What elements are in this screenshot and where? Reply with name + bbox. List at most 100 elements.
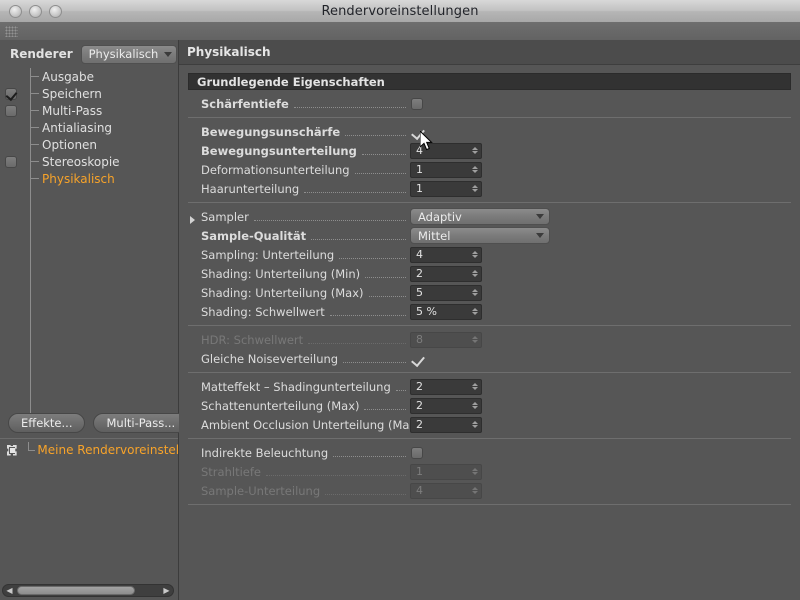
stepper-arrows-icon[interactable] [472,270,478,277]
drag-grip-icon[interactable] [5,26,18,37]
number-input[interactable]: 4 [410,483,482,499]
setting-row: Schärfentiefe [188,94,791,113]
target-icon [6,444,18,457]
sidebar-item-label: Optionen [42,138,97,152]
stepper-arrows-icon[interactable] [472,487,478,494]
number-input-value: 4 [416,144,423,157]
setting-row: Matteffekt – Shadingunterteilung2 [188,377,791,396]
sidebar-item-label: Speichern [42,87,102,101]
number-input[interactable]: 5 % [410,304,482,320]
tree-checkbox-cell [0,156,22,168]
number-input[interactable]: 4 [410,247,482,263]
setting-row: Sampling: Unterteilung 4 [188,245,791,264]
multipass-button[interactable]: Multi-Pass... [93,413,188,433]
row-separator [188,372,791,373]
number-input[interactable]: 2 [410,379,482,395]
setting-label: Shading: Unterteilung (Max) [201,286,364,300]
scrollbar-thumb[interactable] [17,586,135,595]
setting-label-wrap: Strahltiefe [188,465,410,479]
setting-label-wrap: Bewegungsunterteilung [188,144,410,158]
settings-tree: Ausgabe SpeichernMulti-PassAntialiasing Op… [0,68,178,418]
number-input[interactable]: 2 [410,417,482,433]
tree-item-checkbox[interactable] [5,105,17,117]
stepper-arrows-icon[interactable] [472,289,478,296]
setting-row: Bewegungsunschärfe [188,122,791,141]
setting-row: Sample-QualitätMittel [188,226,791,245]
settings-content: Grundlegende Eigenschaften Schärfentiefe… [179,65,800,600]
setting-row: Deformationsunterteilung1 [188,160,791,179]
preset-list-item[interactable]: Meine Rendervoreinstellun [0,438,178,461]
sidebar-item-antialiasing[interactable]: Antialiasing [0,119,178,136]
tree-item-checkbox[interactable] [5,88,17,100]
leader-dots [362,151,406,155]
number-input[interactable]: 8 [410,332,482,348]
window-title: Rendervoreinstellungen [0,4,800,19]
setting-label-wrap: Bewegungsunschärfe [188,125,410,139]
stepper-arrows-icon[interactable] [472,166,478,173]
row-separator [188,504,791,505]
setting-checkbox[interactable] [411,98,423,110]
stepper-arrows-icon[interactable] [472,185,478,192]
page-title: Physikalisch [179,40,800,65]
stepper-arrows-icon[interactable] [472,421,478,428]
dropdown-select[interactable]: Mittel [410,227,550,244]
setting-label-wrap: Schärfentiefe [188,97,410,111]
number-input[interactable]: 5 [410,285,482,301]
tree-branch-stub [30,178,39,179]
setting-label-wrap: Shading: Unterteilung (Min) [188,267,410,281]
sidebar-horizontal-scrollbar[interactable]: ◀ ▶ [2,584,174,597]
row-separator [188,202,791,203]
leader-dots [345,132,406,136]
group-header: Grundlegende Eigenschaften [188,73,791,90]
stepper-arrows-icon[interactable] [472,468,478,475]
setting-label-wrap: Sampling: Unterteilung [188,248,410,262]
sidebar-item-optionen[interactable]: Optionen [0,136,178,153]
sidebar-item-physikalisch[interactable]: Physikalisch [0,170,178,187]
dropdown-select[interactable]: Adaptiv [410,208,550,225]
tree-item-checkbox[interactable] [5,156,17,168]
leader-dots [355,170,406,174]
setting-label-wrap: Sample-Qualität [188,229,410,243]
number-input[interactable]: 2 [410,266,482,282]
setting-label-wrap: Gleiche Noiseverteilung [188,352,410,366]
settings-rows: Schärfentiefe Bewegungsunschärfe Bewegungs… [188,94,791,505]
setting-label: HDR: Schwellwert [201,333,303,347]
leader-dots [364,406,406,410]
stepper-arrows-icon[interactable] [472,308,478,315]
sidebar-item-speichern[interactable]: Speichern [0,85,178,102]
sidebar-buttons: Effekte... Multi-Pass... [0,408,178,438]
setting-checkbox[interactable] [411,447,423,459]
setting-label-wrap: Ambient Occlusion Unterteilung (Max) [188,418,410,432]
disclosure-triangle-icon[interactable] [190,216,195,224]
renderer-select[interactable]: Physikalisch [81,45,177,64]
stepper-arrows-icon[interactable] [472,402,478,409]
setting-row: HDR: Schwellwert 8 [188,330,791,349]
stepper-arrows-icon[interactable] [472,147,478,154]
sidebar-item-ausgabe[interactable]: Ausgabe [0,68,178,85]
sidebar-item-stereoskopie[interactable]: Stereoskopie [0,153,178,170]
leader-dots [325,491,406,495]
stepper-arrows-icon[interactable] [472,336,478,343]
setting-label: Sample-Unterteilung [201,484,320,498]
setting-checkbox[interactable] [411,353,423,365]
sidebar-item-multi-pass[interactable]: Multi-Pass [0,102,178,119]
number-input[interactable]: 4 [410,143,482,159]
tree-branch-stub [30,127,39,128]
setting-label: Sampling: Unterteilung [201,248,334,262]
number-input-value: 2 [416,399,423,412]
scroll-right-arrow-icon[interactable]: ▶ [160,585,173,596]
leader-dots [330,312,406,316]
tree-branch-stub [30,93,39,94]
number-input[interactable]: 2 [410,398,482,414]
scroll-left-arrow-icon[interactable]: ◀ [3,585,16,596]
tree-branch-stub [30,76,39,77]
number-input[interactable]: 1 [410,181,482,197]
setting-checkbox[interactable] [411,126,423,138]
number-input-value: 5 [416,286,423,299]
setting-label: Schärfentiefe [201,97,289,111]
stepper-arrows-icon[interactable] [472,383,478,390]
stepper-arrows-icon[interactable] [472,251,478,258]
number-input[interactable]: 1 [410,464,482,480]
effects-button[interactable]: Effekte... [8,413,85,433]
number-input[interactable]: 1 [410,162,482,178]
